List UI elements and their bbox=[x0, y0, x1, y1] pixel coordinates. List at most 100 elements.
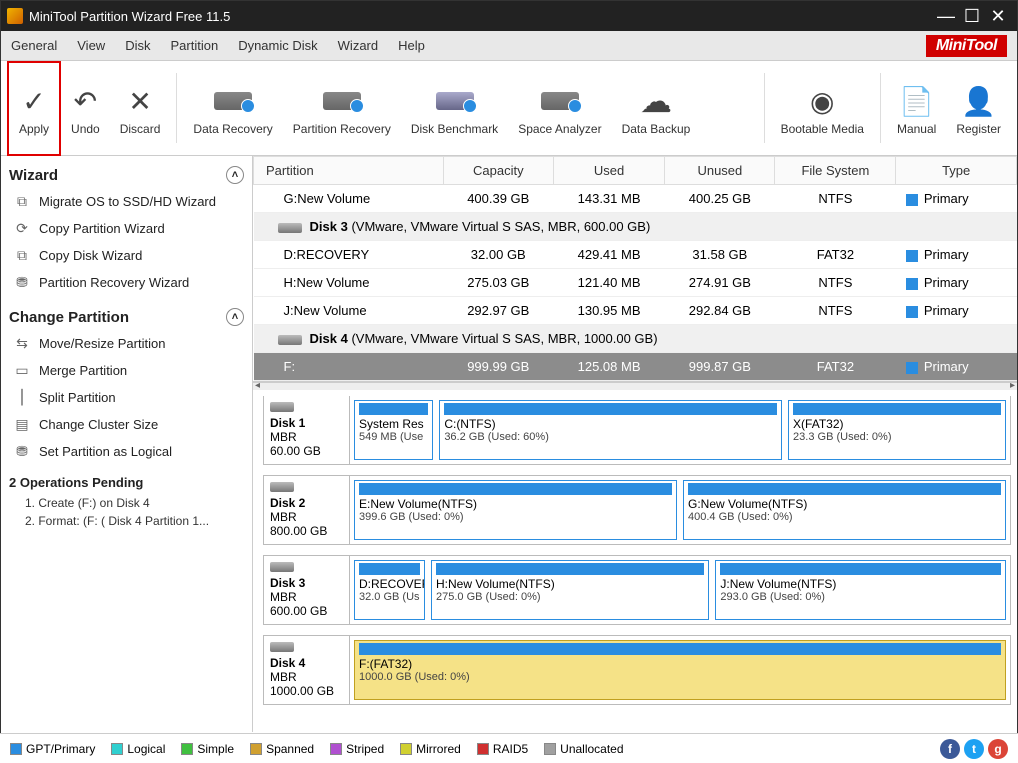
disk-label: Disk 4MBR1000.00 GB bbox=[264, 636, 350, 704]
footer-legend: GPT/PrimaryLogicalSimpleSpannedStripedMi… bbox=[0, 733, 1018, 763]
change-item-split-partition[interactable]: ⎮Split Partition bbox=[9, 384, 244, 411]
bootable-media-button[interactable]: ◉Bootable Media bbox=[771, 61, 874, 156]
disk-icon bbox=[270, 482, 294, 492]
legend-gpt-primary: GPT/Primary bbox=[10, 742, 95, 756]
partition-block[interactable]: G:New Volume(NTFS)400.4 GB (Used: 0%) bbox=[683, 480, 1006, 540]
column-header[interactable]: Used bbox=[553, 157, 664, 185]
chevron-up-icon: ˄ bbox=[226, 166, 244, 184]
partition-block[interactable]: System Res549 MB (Use bbox=[354, 400, 433, 460]
pending-operation[interactable]: 2. Format: (F: ( Disk 4 Partition 1... bbox=[9, 512, 244, 530]
change-item-icon: ⛃ bbox=[11, 443, 33, 460]
data-recovery-button[interactable]: Data Recovery bbox=[183, 61, 282, 156]
wizard-item-copy-partition-wizard[interactable]: ⟳Copy Partition Wizard bbox=[9, 215, 244, 242]
minimize-button[interactable]: — bbox=[933, 6, 959, 27]
partition-block[interactable]: E:New Volume(NTFS)399.6 GB (Used: 0%) bbox=[354, 480, 677, 540]
menu-disk[interactable]: Disk bbox=[125, 38, 150, 53]
legend-striped: Striped bbox=[330, 742, 384, 756]
menu-general[interactable]: General bbox=[11, 38, 57, 53]
wizard-item-icon: ⧉ bbox=[11, 193, 33, 210]
main-panel: PartitionCapacityUsedUnusedFile SystemTy… bbox=[253, 156, 1017, 732]
partition-row[interactable]: D:RECOVERY32.00 GB429.41 MB31.58 GBFAT32… bbox=[254, 241, 1017, 269]
manual-button[interactable]: 📄Manual bbox=[887, 61, 946, 156]
disk-map-row: Disk 4MBR1000.00 GBF:(FAT32)1000.0 GB (U… bbox=[263, 635, 1011, 705]
column-header[interactable]: Capacity bbox=[443, 157, 553, 185]
partition-block[interactable]: J:New Volume(NTFS)293.0 GB (Used: 0%) bbox=[715, 560, 1006, 620]
disk-label: Disk 1MBR60.00 GB bbox=[264, 396, 350, 464]
pending-operation[interactable]: 1. Create (F:) on Disk 4 bbox=[9, 494, 244, 512]
wizard-item-migrate-os-to-ssd-hd-wizard[interactable]: ⧉Migrate OS to SSD/HD Wizard bbox=[9, 188, 244, 215]
legend-color-icon bbox=[477, 743, 489, 755]
menu-partition[interactable]: Partition bbox=[170, 38, 218, 53]
menu-dynamic-disk[interactable]: Dynamic Disk bbox=[238, 38, 317, 53]
disk-header-row[interactable]: Disk 3 (VMware, VMware Virtual S SAS, MB… bbox=[254, 213, 1017, 241]
type-color-icon bbox=[906, 278, 918, 290]
partition-recovery-button[interactable]: Partition Recovery bbox=[283, 61, 401, 156]
legend-logical: Logical bbox=[111, 742, 165, 756]
pending-header: 2 Operations Pending bbox=[9, 475, 244, 490]
close-button[interactable]: ✕ bbox=[985, 6, 1011, 27]
column-header[interactable]: Partition bbox=[254, 157, 444, 185]
legend-color-icon bbox=[181, 743, 193, 755]
change-item-icon: ⇆ bbox=[11, 335, 33, 352]
menubar: General View Disk Partition Dynamic Disk Wiza… bbox=[1, 31, 1017, 61]
disk-label: Disk 3MBR600.00 GB bbox=[264, 556, 350, 624]
menu-wizard[interactable]: Wizard bbox=[338, 38, 378, 53]
legend-spanned: Spanned bbox=[250, 742, 314, 756]
titlebar: MiniTool Partition Wizard Free 11.5 — ☐ … bbox=[1, 1, 1017, 31]
partition-block[interactable]: D:RECOVER32.0 GB (Us bbox=[354, 560, 425, 620]
disk-benchmark-button[interactable]: Disk Benchmark bbox=[401, 61, 508, 156]
disk-header-row[interactable]: Disk 4 (VMware, VMware Virtual S SAS, MB… bbox=[254, 325, 1017, 353]
disk-map-row: Disk 1MBR60.00 GBSystem Res549 MB (UseC:… bbox=[263, 396, 1011, 465]
partition-block[interactable]: H:New Volume(NTFS)275.0 GB (Used: 0%) bbox=[431, 560, 709, 620]
type-color-icon bbox=[906, 194, 918, 206]
wizard-item-copy-disk-wizard[interactable]: ⧉Copy Disk Wizard bbox=[9, 242, 244, 269]
apply-button[interactable]: ✓Apply bbox=[7, 61, 61, 156]
disk-map-panel: Disk 1MBR60.00 GBSystem Res549 MB (UseC:… bbox=[253, 390, 1017, 732]
facebook-icon[interactable]: f bbox=[940, 739, 960, 759]
undo-button[interactable]: ↶Undo bbox=[61, 61, 110, 156]
register-button[interactable]: 👤Register bbox=[946, 61, 1011, 156]
legend-color-icon bbox=[10, 743, 22, 755]
partition-row[interactable]: H:New Volume275.03 GB121.40 MB274.91 GBN… bbox=[254, 269, 1017, 297]
maximize-button[interactable]: ☐ bbox=[959, 6, 985, 27]
chevron-up-icon: ˄ bbox=[226, 308, 244, 326]
partition-row[interactable]: J:New Volume292.97 GB130.95 MB292.84 GBN… bbox=[254, 297, 1017, 325]
menu-view[interactable]: View bbox=[77, 38, 105, 53]
window-title: MiniTool Partition Wizard Free 11.5 bbox=[29, 9, 230, 24]
partition-block[interactable]: C:(NTFS)36.2 GB (Used: 60%) bbox=[439, 400, 782, 460]
type-color-icon bbox=[906, 362, 918, 374]
partition-table[interactable]: PartitionCapacityUsedUnusedFile SystemTy… bbox=[253, 156, 1017, 381]
menu-help[interactable]: Help bbox=[398, 38, 425, 53]
space-analyzer-button[interactable]: Space Analyzer bbox=[508, 61, 611, 156]
change-item-icon: ▭ bbox=[11, 362, 33, 379]
legend-unallocated: Unallocated bbox=[544, 742, 623, 756]
change-item-move-resize-partition[interactable]: ⇆Move/Resize Partition bbox=[9, 330, 244, 357]
partition-row[interactable]: F:999.99 GB125.08 MB999.87 GBFAT32Primar… bbox=[254, 353, 1017, 381]
type-color-icon bbox=[906, 306, 918, 318]
sidebar: Wizard˄ ⧉Migrate OS to SSD/HD Wizard⟳Cop… bbox=[1, 156, 253, 732]
wizard-section-header[interactable]: Wizard˄ bbox=[9, 162, 244, 188]
wizard-item-icon: ⧉ bbox=[11, 247, 33, 264]
disk-label: Disk 2MBR800.00 GB bbox=[264, 476, 350, 544]
wizard-item-partition-recovery-wizard[interactable]: ⛃Partition Recovery Wizard bbox=[9, 269, 244, 296]
column-header[interactable]: Unused bbox=[665, 157, 775, 185]
horizontal-scrollbar[interactable]: ◂▸ bbox=[253, 382, 1017, 390]
change-partition-section-header[interactable]: Change Partition˄ bbox=[9, 304, 244, 330]
discard-button[interactable]: ✕Discard bbox=[110, 61, 171, 156]
change-item-change-cluster-size[interactable]: ▤Change Cluster Size bbox=[9, 411, 244, 438]
legend-simple: Simple bbox=[181, 742, 234, 756]
partition-row[interactable]: G:New Volume400.39 GB143.31 MB400.25 GBN… bbox=[254, 185, 1017, 213]
partition-block[interactable]: X(FAT32)23.3 GB (Used: 0%) bbox=[788, 400, 1006, 460]
partition-block[interactable]: F:(FAT32)1000.0 GB (Used: 0%) bbox=[354, 640, 1006, 700]
change-item-merge-partition[interactable]: ▭Merge Partition bbox=[9, 357, 244, 384]
change-item-icon: ⎮ bbox=[11, 389, 33, 406]
column-header[interactable]: Type bbox=[896, 157, 1017, 185]
change-item-set-partition-as-logical[interactable]: ⛃Set Partition as Logical bbox=[9, 438, 244, 465]
disk-icon bbox=[278, 223, 302, 233]
column-header[interactable]: File System bbox=[775, 157, 896, 185]
data-backup-button[interactable]: ☁Data Backup bbox=[612, 61, 701, 156]
legend-color-icon bbox=[330, 743, 342, 755]
gplus-icon[interactable]: g bbox=[988, 739, 1008, 759]
twitter-icon[interactable]: t bbox=[964, 739, 984, 759]
disk-map-row: Disk 2MBR800.00 GBE:New Volume(NTFS)399.… bbox=[263, 475, 1011, 545]
